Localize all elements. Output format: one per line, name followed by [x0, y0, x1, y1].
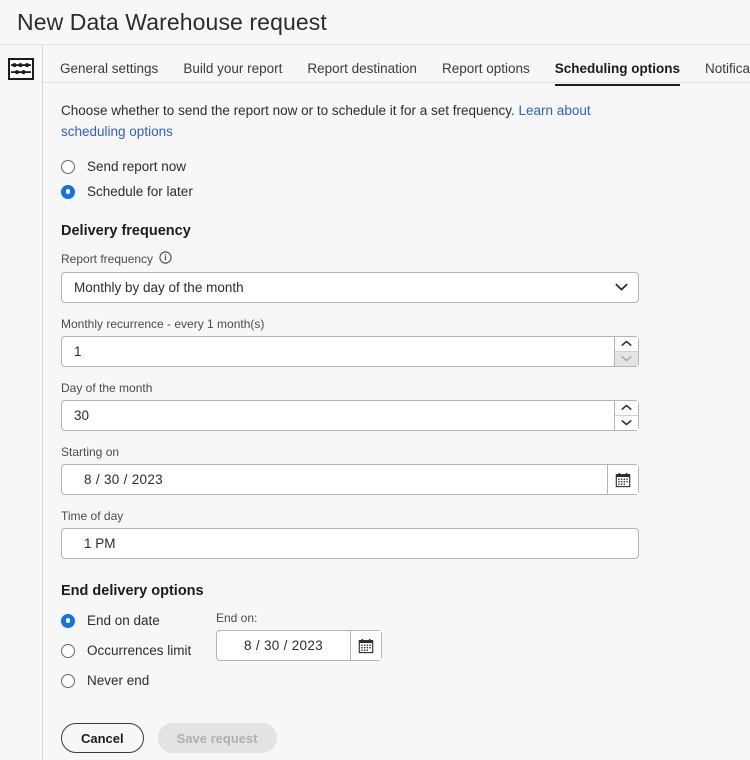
- tab-scheduling-options[interactable]: Scheduling options: [555, 61, 680, 85]
- stepper-buttons: [614, 337, 638, 366]
- time-of-day-input[interactable]: 1 PM: [61, 528, 639, 559]
- starting-on-value[interactable]: 8 / 30 / 2023: [62, 465, 607, 494]
- end-on-date-block: End on: 8 / 30 / 2023: [216, 611, 382, 661]
- starting-on-date-picker[interactable]: 8 / 30 / 2023: [61, 464, 639, 495]
- radio-circle-icon: [61, 644, 75, 658]
- tab-report-destination[interactable]: Report destination: [307, 61, 417, 85]
- page-title: New Data Warehouse request: [17, 9, 327, 36]
- end-delivery-options-group: End on date Occurrences limit Never end …: [61, 611, 750, 703]
- report-frequency-value: Monthly by day of the month: [62, 273, 604, 302]
- window-header: New Data Warehouse request: [0, 0, 750, 44]
- radio-circle-selected-icon: [61, 185, 75, 199]
- delivery-frequency-heading: Delivery frequency: [61, 223, 750, 239]
- radio-schedule-for-later[interactable]: Schedule for later: [61, 184, 750, 199]
- radio-label: Occurrences limit: [87, 643, 191, 658]
- info-circle-icon[interactable]: [159, 251, 172, 267]
- monthly-recurrence-value[interactable]: 1: [62, 337, 614, 366]
- tab-report-options[interactable]: Report options: [442, 61, 530, 85]
- stepper-increment-button[interactable]: [615, 401, 638, 416]
- calendar-icon[interactable]: [350, 631, 381, 660]
- monthly-recurrence-field: Monthly recurrence - every 1 month(s) 1: [61, 317, 750, 367]
- tab-general-settings[interactable]: General settings: [60, 61, 158, 85]
- abacus-icon[interactable]: [8, 58, 34, 80]
- tab-build-your-report[interactable]: Build your report: [183, 61, 282, 85]
- scheduling-options-form: Choose whether to send the report now or…: [43, 83, 750, 753]
- day-of-month-value[interactable]: 30: [62, 401, 614, 430]
- body-wrapper: General settings Build your report Repor…: [0, 44, 750, 760]
- app-window: New Data Warehouse request: [0, 0, 750, 760]
- monthly-recurrence-label: Monthly recurrence - every 1 month(s): [61, 317, 750, 331]
- radio-never-end[interactable]: Never end: [61, 673, 216, 688]
- end-delivery-options-heading: End delivery options: [61, 583, 750, 599]
- left-rail: [0, 45, 43, 760]
- chevron-down-icon: [604, 273, 638, 302]
- stepper-buttons: [614, 401, 638, 430]
- time-of-day-field: Time of day 1 PM: [61, 509, 750, 559]
- radio-label: Never end: [87, 673, 149, 688]
- starting-on-label: Starting on: [61, 445, 750, 459]
- end-on-label: End on:: [216, 611, 382, 625]
- end-delivery-radio-group: End on date Occurrences limit Never end: [61, 611, 216, 703]
- starting-on-field: Starting on 8 / 30 / 2023: [61, 445, 750, 495]
- tab-notification-email[interactable]: Notification email: [705, 61, 750, 85]
- report-frequency-label-row: Report frequency: [61, 251, 750, 267]
- radio-label: End on date: [87, 613, 160, 628]
- day-of-month-stepper[interactable]: 30: [61, 400, 639, 431]
- radio-circle-icon: [61, 160, 75, 174]
- send-mode-radio-group: Send report now Schedule for later: [61, 159, 750, 199]
- intro-text: Choose whether to send the report now or…: [61, 100, 641, 142]
- stepper-decrement-button[interactable]: [615, 416, 638, 431]
- cancel-button[interactable]: Cancel: [61, 723, 144, 753]
- save-request-button: Save request: [158, 723, 277, 753]
- radio-end-on-date[interactable]: End on date: [61, 613, 216, 628]
- radio-send-report-now[interactable]: Send report now: [61, 159, 750, 174]
- field-label-text: Report frequency: [61, 252, 153, 266]
- time-of-day-value[interactable]: 1 PM: [62, 529, 638, 558]
- report-frequency-select[interactable]: Monthly by day of the month: [61, 272, 639, 303]
- radio-occurrences-limit[interactable]: Occurrences limit: [61, 643, 216, 658]
- radio-label: Schedule for later: [87, 184, 193, 199]
- time-of-day-label: Time of day: [61, 509, 750, 523]
- radio-circle-selected-icon: [61, 614, 75, 628]
- intro-sentence: Choose whether to send the report now or…: [61, 103, 515, 118]
- tab-bar: General settings Build your report Repor…: [43, 45, 750, 83]
- radio-circle-icon: [61, 674, 75, 688]
- monthly-recurrence-stepper[interactable]: 1: [61, 336, 639, 367]
- form-actions: Cancel Save request: [61, 723, 750, 753]
- calendar-icon[interactable]: [607, 465, 638, 494]
- content-area: General settings Build your report Repor…: [43, 45, 750, 760]
- end-on-value[interactable]: 8 / 30 / 2023: [217, 631, 350, 660]
- end-on-date-picker[interactable]: 8 / 30 / 2023: [216, 630, 382, 661]
- day-of-month-label: Day of the month: [61, 381, 750, 395]
- day-of-month-field: Day of the month 30: [61, 381, 750, 431]
- stepper-increment-button[interactable]: [615, 337, 638, 352]
- report-frequency-field: Report frequency Monthly by day of the m…: [61, 251, 750, 303]
- radio-label: Send report now: [87, 159, 186, 174]
- stepper-decrement-button: [615, 352, 638, 367]
